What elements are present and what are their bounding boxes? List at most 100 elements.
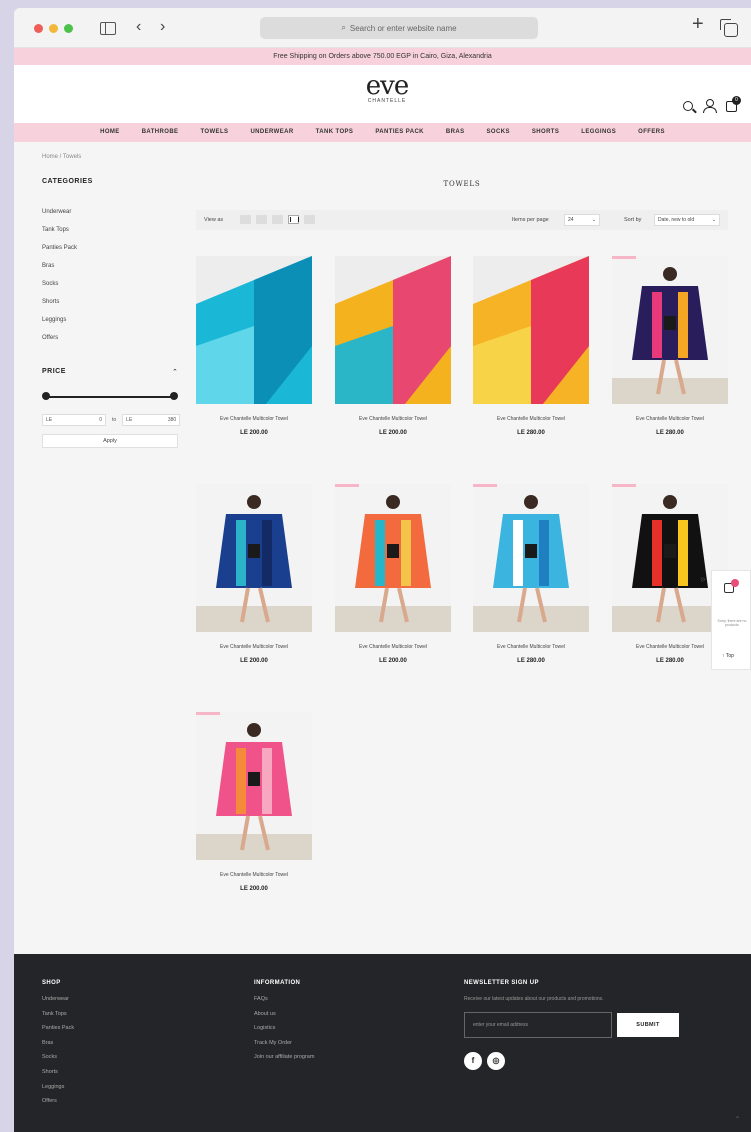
new-tab-plus-icon[interactable]: +: [692, 14, 704, 34]
footer-shop-link[interactable]: Offers: [42, 1098, 74, 1113]
menu-item-home[interactable]: HOME: [89, 123, 131, 142]
footer-shop-link[interactable]: Panties Pack: [42, 1025, 74, 1040]
product-name[interactable]: Eve Chantelle Multicolor Towel: [196, 416, 312, 422]
browser-toolbar: ‹ › ⌕ Search or enter website name +: [14, 8, 751, 48]
close-window-button[interactable]: [34, 24, 43, 33]
apply-filter-button[interactable]: Apply: [42, 434, 178, 448]
product-name[interactable]: Eve Chantelle Multicolor Towel: [196, 644, 312, 650]
menu-item-underwear[interactable]: UNDERWEAR: [239, 123, 304, 142]
category-link[interactable]: Shorts: [42, 297, 77, 315]
menu-item-tank-tops[interactable]: TANK TOPS: [305, 123, 365, 142]
product-name[interactable]: Eve Chantelle Multicolor Towel: [473, 416, 589, 422]
menu-item-panties-pack[interactable]: PANTIES PACK: [364, 123, 435, 142]
footer-shop-link[interactable]: Bras: [42, 1040, 74, 1055]
product-image[interactable]: [335, 256, 451, 404]
account-icon[interactable]: [703, 99, 717, 113]
menu-item-socks[interactable]: SOCKS: [476, 123, 521, 142]
footer-shop-link[interactable]: Shorts: [42, 1069, 74, 1084]
minimize-window-button[interactable]: [49, 24, 58, 33]
grid-5-icon[interactable]: [304, 215, 315, 224]
search-icon[interactable]: [683, 100, 693, 111]
sidebar-toggle-icon[interactable]: [100, 22, 116, 35]
items-per-page-select[interactable]: 24 ⌄: [564, 214, 600, 226]
back-arrow-icon[interactable]: ‹: [136, 18, 141, 36]
price-slider-track[interactable]: [46, 396, 174, 398]
footer-info-link[interactable]: About us: [254, 1011, 314, 1026]
grid-2-icon[interactable]: [256, 215, 267, 224]
product-image[interactable]: SOLD OUT: [612, 256, 728, 404]
menu-item-offers[interactable]: OFFERS: [627, 123, 676, 142]
forward-arrow-icon[interactable]: ›: [160, 18, 165, 36]
grid-4-icon[interactable]: [288, 215, 299, 224]
product-image[interactable]: [196, 256, 312, 404]
product-name[interactable]: Eve Chantelle Multicolor Towel: [473, 644, 589, 650]
footer-info-link[interactable]: Track My Order: [254, 1040, 314, 1055]
cart-bag-icon[interactable]: 0: [726, 96, 741, 112]
product-image[interactable]: [473, 256, 589, 404]
category-link[interactable]: Bras: [42, 261, 77, 279]
footer-info-link[interactable]: Join our affiliate program: [254, 1054, 314, 1069]
product-name[interactable]: Eve Chantelle Multicolor Towel: [196, 872, 312, 878]
scroll-top-arrow-icon[interactable]: ⌃: [734, 1115, 741, 1124]
search-icon: ⌕: [341, 23, 346, 32]
footer-shop-link[interactable]: Tank Tops: [42, 1011, 74, 1026]
view-as-label: View as: [204, 217, 224, 223]
sold-out-badge: SOLD OUT: [473, 484, 498, 487]
product-card[interactable]: Eve Chantelle Multicolor Towel LE 200.00: [335, 256, 451, 436]
category-link[interactable]: Underwear: [42, 207, 77, 225]
instagram-icon[interactable]: ◎: [487, 1052, 505, 1070]
product-card[interactable]: SOLD OUT Eve Chantelle Multicolor Towel LE…: [612, 256, 728, 436]
double-chevron-right-icon[interactable]: »: [700, 574, 706, 585]
product-image[interactable]: SOLD OUT: [335, 484, 451, 632]
newsletter-title: NEWSLETTER SIGN UP: [464, 980, 539, 986]
price-slider-max-handle[interactable]: [170, 392, 178, 400]
product-name[interactable]: Eve Chantelle Multicolor Towel: [335, 416, 451, 422]
menu-item-bras[interactable]: BRAS: [435, 123, 476, 142]
tab-overview-icon[interactable]: [720, 19, 738, 37]
product-image[interactable]: SOLD OUT: [196, 712, 312, 860]
breadcrumb[interactable]: Home / Towels: [42, 154, 81, 160]
footer-shop-link[interactable]: Socks: [42, 1054, 74, 1069]
product-image[interactable]: SOLD OUT: [473, 484, 589, 632]
menu-item-bathrobe[interactable]: BATHROBE: [131, 123, 190, 142]
menu-item-shorts[interactable]: SHORTS: [521, 123, 570, 142]
facebook-icon[interactable]: f: [464, 1052, 482, 1070]
sort-select[interactable]: Date, new to old ⌄: [654, 214, 720, 226]
address-bar[interactable]: ⌕ Search or enter website name: [260, 17, 538, 39]
grid-3-icon[interactable]: [272, 215, 283, 224]
category-link[interactable]: Offers: [42, 333, 77, 351]
product-card[interactable]: Eve Chantelle Multicolor Towel LE 200.00: [196, 484, 312, 664]
newsletter-submit-button[interactable]: SUBMIT: [617, 1013, 679, 1037]
back-to-top-button[interactable]: ↑ Top: [722, 653, 734, 659]
footer-info-list: FAQs About us Logistics Track My Order Join …: [254, 996, 314, 1069]
menu-item-towels[interactable]: TOWELS: [189, 123, 239, 142]
product-photo: [196, 712, 312, 860]
product-card[interactable]: SOLD OUT Eve Chantelle Multicolor Towel LE…: [473, 484, 589, 664]
product-card[interactable]: Eve Chantelle Multicolor Towel LE 280.00: [473, 256, 589, 436]
grid-1-icon[interactable]: [240, 215, 251, 224]
footer-shop-link[interactable]: Leggings: [42, 1084, 74, 1099]
footer-shop-link[interactable]: Underwear: [42, 996, 74, 1011]
product-card[interactable]: SOLD OUT Eve Chantelle Multicolor Towel LE…: [196, 712, 312, 892]
chevron-up-icon[interactable]: ⌃: [172, 368, 178, 376]
category-link[interactable]: Tank Tops: [42, 225, 77, 243]
price-slider-min-handle[interactable]: [42, 392, 50, 400]
category-link[interactable]: Leggings: [42, 315, 77, 333]
category-link[interactable]: Panties Pack: [42, 243, 77, 261]
price-min-field[interactable]: LE 0: [42, 414, 106, 426]
top-label: Top: [725, 653, 734, 659]
product-name[interactable]: Eve Chantelle Multicolor Towel: [335, 644, 451, 650]
product-name[interactable]: Eve Chantelle Multicolor Towel: [612, 416, 728, 422]
promo-bar: Free Shipping on Orders above 750.00 EGP…: [14, 48, 751, 65]
category-link[interactable]: Socks: [42, 279, 77, 297]
product-card[interactable]: SOLD OUT Eve Chantelle Multicolor Towel LE…: [335, 484, 451, 664]
product-card[interactable]: Eve Chantelle Multicolor Towel LE 200.00: [196, 256, 312, 436]
footer-info-link[interactable]: Logistics: [254, 1025, 314, 1040]
menu-item-leggings[interactable]: LEGGINGS: [570, 123, 627, 142]
newsletter-email-input[interactable]: enter your email address: [464, 1012, 612, 1038]
site-logo[interactable]: eve CHANTELLE: [360, 73, 414, 104]
price-max-field[interactable]: LE 380: [122, 414, 181, 426]
footer-info-link[interactable]: FAQs: [254, 996, 314, 1011]
maximize-window-button[interactable]: [64, 24, 73, 33]
product-image[interactable]: [196, 484, 312, 632]
